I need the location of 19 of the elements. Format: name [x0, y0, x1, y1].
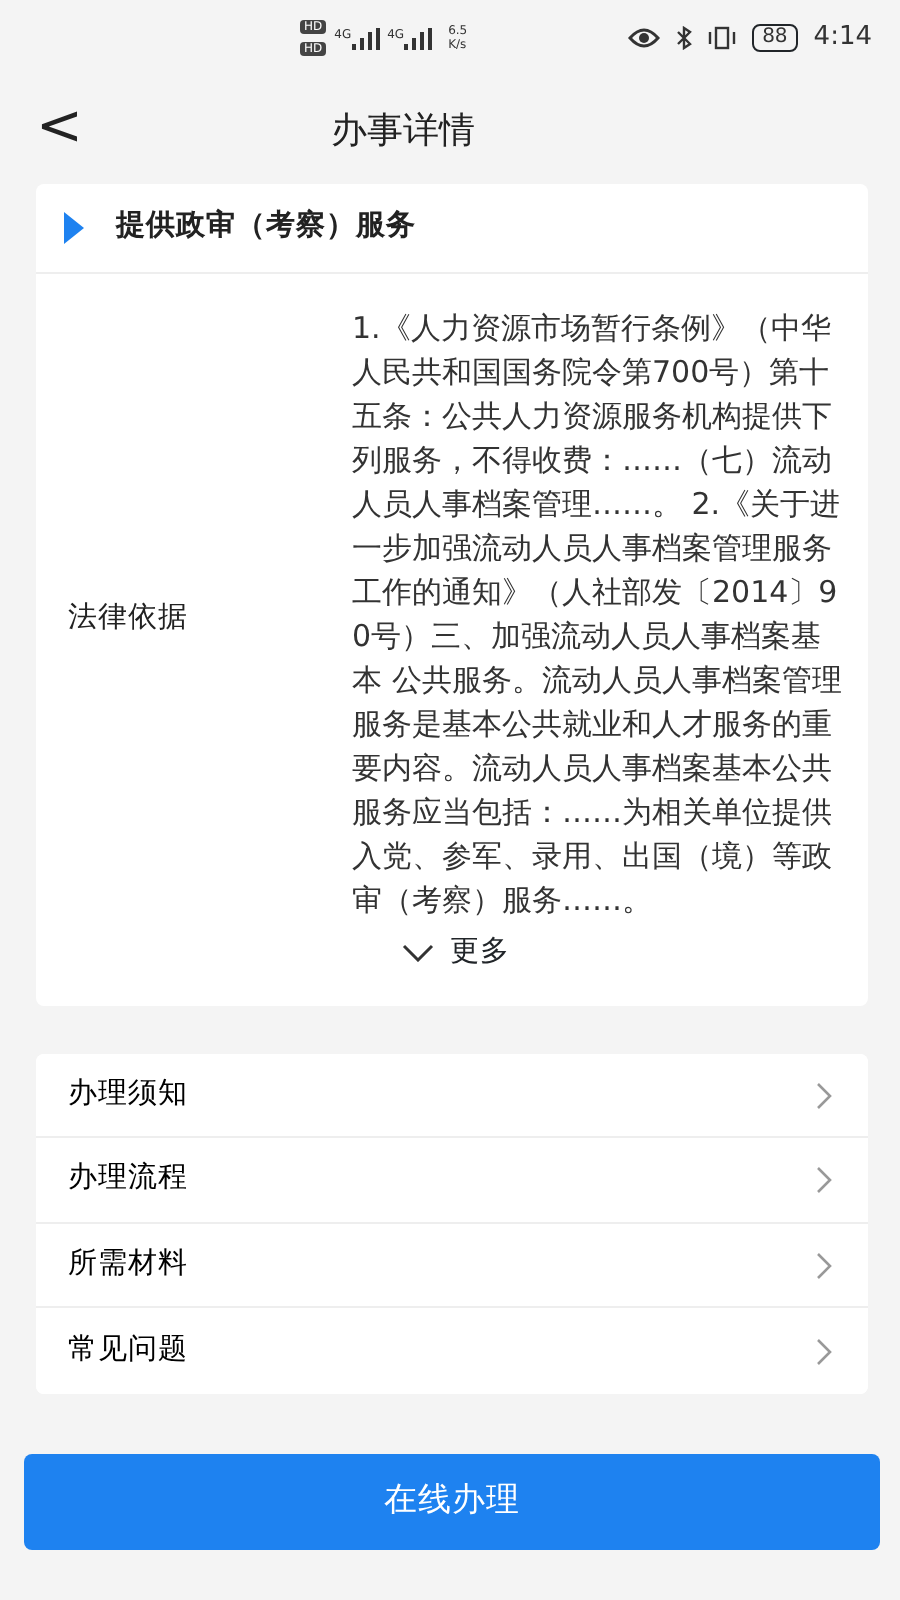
- page-title: 办事详情: [330, 107, 475, 155]
- signal-icon: [404, 27, 433, 49]
- chevron-right-icon: [816, 1166, 832, 1194]
- chevron-right-icon: [816, 1337, 832, 1365]
- back-button[interactable]: <: [0, 98, 83, 162]
- triangle-icon: [64, 212, 84, 244]
- service-title: 提供政审（考察）服务: [116, 207, 416, 247]
- eye-icon: [628, 28, 661, 48]
- law-text: 1.《人力资源市场暂行条例》（中华人民共和国国务院令第700号）第十五条：公共人力资源服务机构提供下列服务，不得收费：……（七）流动人员人事档案管理……。 2.《关于进一步加强流动人员人事档案管理服务工作的通知》（人社部发〔2014〕90号）三、加强流动人员人事档案基本 公共服务。流动人员人事档案管理服务是基本公共就业和人才服务的重要内容。流动人员人事档案基本公共服务应当包括：……为相关单位提供入党、参军、录用、出国（境）等政审（考察）服务……。: [352, 308, 844, 922]
- signal-icon: [351, 27, 380, 49]
- clock: 4:14: [813, 20, 872, 57]
- vibrate-icon: [708, 26, 737, 50]
- bluetooth-icon: [676, 26, 693, 50]
- online-apply-button[interactable]: 在线办理: [24, 1453, 880, 1550]
- chevron-down-icon: [402, 944, 434, 963]
- law-label: 法律依据: [68, 600, 190, 638]
- chevron-right-icon: [816, 1251, 832, 1279]
- more-button[interactable]: 更多: [400, 930, 512, 978]
- chevron-right-icon: [816, 1081, 832, 1109]
